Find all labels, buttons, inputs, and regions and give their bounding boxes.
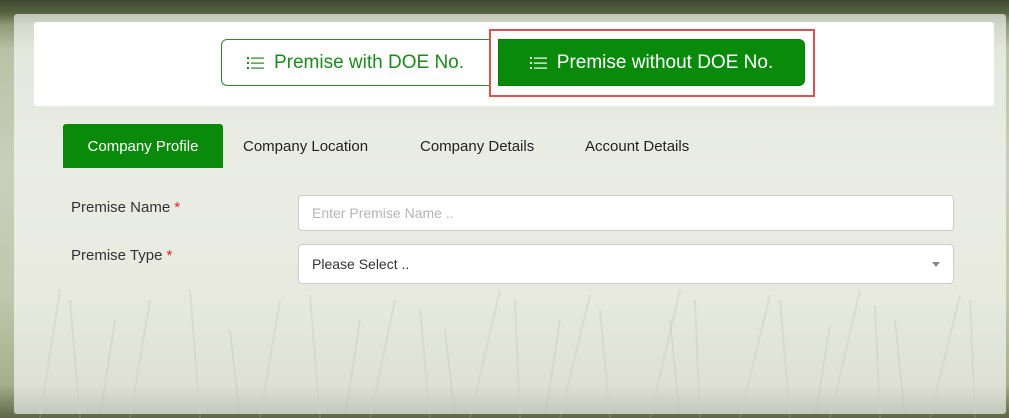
- tab-label: Account Details: [585, 137, 690, 155]
- tab-label: Company Location: [243, 137, 369, 155]
- premise-name-label-text: Premise Name: [71, 199, 171, 216]
- premise-type-select[interactable]: Please Select ..: [298, 244, 954, 284]
- premise-with-doe-button[interactable]: Premise with DOE No.: [221, 39, 490, 86]
- tab-label: Company Details: [420, 137, 535, 155]
- list-icon: [529, 56, 547, 70]
- tab-label: Company Profile: [87, 137, 199, 155]
- tab-company-details[interactable]: Company Details: [420, 124, 534, 168]
- premise-without-doe-label: Premise without DOE No.: [556, 51, 774, 73]
- premise-type-label: Premise Type *: [71, 247, 172, 264]
- premise-name-input[interactable]: Enter Premise Name ..: [298, 195, 954, 231]
- chevron-down-icon: [932, 261, 940, 267]
- premise-without-doe-button[interactable]: Premise without DOE No.: [498, 39, 805, 86]
- premise-type-selected: Please Select ..: [312, 256, 410, 272]
- tab-account-details[interactable]: Account Details: [585, 124, 689, 168]
- premise-with-doe-label: Premise with DOE No.: [273, 51, 465, 73]
- required-mark: *: [174, 199, 181, 216]
- premise-name-label: Premise Name *: [71, 199, 180, 216]
- premise-name-placeholder: Enter Premise Name ..: [312, 205, 454, 221]
- tab-company-location[interactable]: Company Location: [243, 124, 368, 168]
- tab-company-profile[interactable]: Company Profile: [63, 124, 223, 168]
- required-mark: *: [166, 247, 173, 264]
- list-icon: [246, 56, 264, 70]
- premise-type-label-text: Premise Type: [71, 247, 163, 264]
